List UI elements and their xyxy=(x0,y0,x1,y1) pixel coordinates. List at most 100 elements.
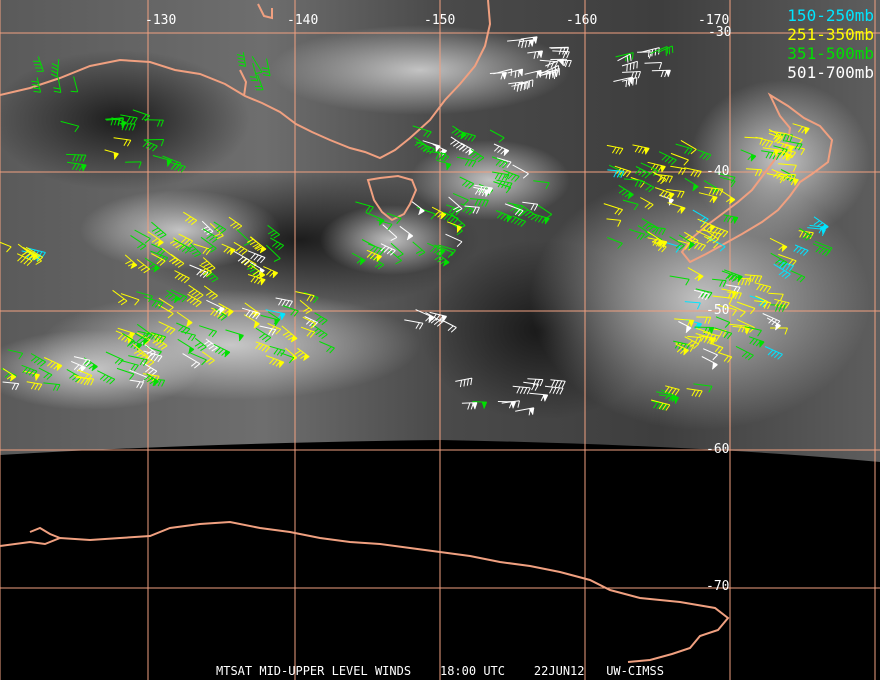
wind-barb xyxy=(789,269,806,283)
wind-barb xyxy=(774,298,790,309)
wind-barb xyxy=(651,171,667,185)
wind-barb xyxy=(470,198,489,207)
wind-barb xyxy=(754,282,772,293)
wind-barb xyxy=(793,244,809,256)
wind-barb xyxy=(712,278,727,288)
wind-barb xyxy=(232,250,250,266)
wind-barb xyxy=(717,352,733,363)
wind-barb xyxy=(132,109,151,122)
wind-barb xyxy=(539,59,558,69)
wind-barb xyxy=(104,149,119,160)
wind-barb xyxy=(729,304,746,318)
wind-barb xyxy=(43,357,63,371)
wind-barb xyxy=(16,253,33,266)
wind-barb xyxy=(607,169,625,178)
wind-barb xyxy=(221,243,236,256)
wind-barb xyxy=(445,233,463,247)
wind-barb xyxy=(686,388,703,398)
wind-barb xyxy=(769,237,788,252)
wind-barb xyxy=(21,364,38,377)
wind-barb xyxy=(778,163,797,172)
wind-barb xyxy=(38,367,53,380)
wind-barb xyxy=(319,341,335,354)
wind-barb xyxy=(439,318,457,333)
wind-barb xyxy=(459,176,475,189)
wind-barb xyxy=(687,335,702,345)
wind-barb xyxy=(461,402,478,410)
latitude-label-30: -30 xyxy=(708,25,732,40)
wind-barb xyxy=(674,318,695,328)
wind-barb xyxy=(507,39,525,47)
wind-barb xyxy=(632,144,650,155)
wind-barb xyxy=(655,187,675,200)
wind-barb xyxy=(798,230,814,240)
wind-barb xyxy=(388,249,402,265)
wind-barb xyxy=(618,184,634,200)
wind-barb xyxy=(180,330,197,342)
wind-barb xyxy=(456,156,477,168)
wind-barb xyxy=(269,345,286,357)
wind-barb xyxy=(32,56,44,72)
wind-barb xyxy=(510,215,527,227)
wind-barb xyxy=(261,58,271,77)
wind-barb xyxy=(792,123,810,135)
wind-barb xyxy=(130,234,147,251)
wind-barb xyxy=(188,284,204,300)
wind-barb xyxy=(812,243,831,257)
wind-barb xyxy=(386,212,402,225)
wind-barb xyxy=(455,377,473,388)
wind-barb xyxy=(200,236,217,253)
wind-barb xyxy=(113,137,132,147)
pressure-legend: 150-250mb 251-350mb 351-500mb 501-700mb xyxy=(787,6,874,82)
wind-barb xyxy=(228,216,243,231)
wind-barb xyxy=(415,309,434,323)
wind-barb xyxy=(777,260,794,272)
wind-barb xyxy=(53,77,62,93)
wind-barb xyxy=(128,355,148,366)
wind-barb xyxy=(186,293,202,308)
wind-barb xyxy=(684,167,702,178)
wind-barb xyxy=(527,378,544,387)
wind-barb xyxy=(533,180,550,190)
wind-barb xyxy=(201,220,214,235)
latitude-label-40: -40 xyxy=(706,164,730,179)
latitude-label-70: -70 xyxy=(706,579,730,594)
wind-barb xyxy=(404,319,424,330)
wind-barb xyxy=(183,211,198,226)
wind-barb xyxy=(745,168,763,177)
wind-barb xyxy=(174,270,190,284)
wind-barb xyxy=(255,341,271,353)
wind-barb xyxy=(120,359,139,372)
footer-time: 18:00 UTC xyxy=(439,664,506,678)
wind-barb xyxy=(294,347,310,361)
longitude-label-130: -130 xyxy=(145,13,177,28)
wind-barb xyxy=(71,360,86,373)
footer-source: UW-CIMSS xyxy=(606,664,664,678)
wind-barb xyxy=(304,316,318,328)
wind-barb xyxy=(669,275,690,286)
wind-barb xyxy=(112,289,128,306)
wind-barb xyxy=(644,62,663,70)
wind-barb xyxy=(684,177,699,192)
wind-barb xyxy=(630,177,646,188)
wind-barb xyxy=(30,353,47,367)
wind-barb xyxy=(270,237,285,251)
wind-barb xyxy=(735,345,754,361)
wind-barb xyxy=(142,139,158,152)
wind-barb xyxy=(658,151,677,166)
wind-barb xyxy=(189,264,209,279)
legend-150-250mb: 150-250mb xyxy=(787,6,874,25)
wind-barbs xyxy=(0,36,833,416)
wind-barb xyxy=(524,69,542,79)
wind-barb xyxy=(267,224,281,239)
wind-barb xyxy=(136,259,151,274)
wind-barb xyxy=(177,338,195,354)
wind-barb xyxy=(670,152,689,166)
wind-barb xyxy=(666,189,685,199)
longitude-label-150: -150 xyxy=(424,13,456,28)
wind-barb xyxy=(225,329,244,342)
wind-barb xyxy=(692,209,709,224)
wind-barb xyxy=(124,254,138,269)
wind-barb xyxy=(66,368,82,383)
wind-barb xyxy=(414,136,430,152)
